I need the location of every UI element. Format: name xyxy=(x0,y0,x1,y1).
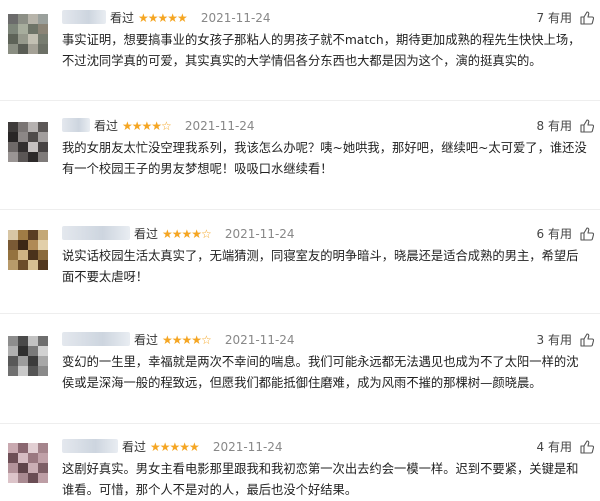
thumbs-up-icon[interactable] xyxy=(580,440,594,454)
review-date: 2021-11-24 xyxy=(212,440,283,454)
username-blurred[interactable] xyxy=(62,118,90,132)
review-date: 2021-11-24 xyxy=(184,119,255,133)
divider xyxy=(0,423,600,424)
seen-label: 看过 xyxy=(122,440,147,454)
useful-count-text[interactable]: 6 有用 xyxy=(537,224,572,244)
review-item: 看过 ★★★★★ 2021-11-24 4 有用 这剧好真实。男女主看电影那里跟我和… xyxy=(0,437,600,497)
review-meta: 看过 ★★★★☆ 2021-11-24 xyxy=(134,330,295,350)
useful-label: 有用 xyxy=(547,11,572,25)
review-date: 2021-11-24 xyxy=(224,333,295,347)
avatar[interactable] xyxy=(8,122,48,162)
review-text: 说实话校园生活太真实了，无端猜测，同寝室友的明争暗斗，晓晨还是适合成熟的男主，希… xyxy=(62,249,579,284)
review-text: 变幻的一生里，幸福就是两次不幸间的喘息。我们可能永远都无法遇见也成为不了太阳一样… xyxy=(62,355,579,390)
review-text: 我的女朋友太忙没空理我系列，我该怎么办呢？咦~她哄我，那好吧，继续吧~太可爱了，… xyxy=(62,141,587,176)
review-meta: 看过 ★★★★★ 2021-11-24 xyxy=(110,8,271,28)
useful-label: 有用 xyxy=(547,227,572,241)
thumbs-up-icon[interactable] xyxy=(580,333,594,347)
rating-stars: ★★★★★ xyxy=(150,440,200,454)
review-meta: 看过 ★★★★★ 2021-11-24 xyxy=(122,437,283,457)
divider xyxy=(0,209,600,210)
review-item: 看过 ★★★★☆ 2021-11-24 3 有用 变幻的一生里，幸福就是两次不幸间的… xyxy=(0,330,600,420)
avatar[interactable] xyxy=(8,336,48,376)
rating-stars: ★★★★☆ xyxy=(122,119,172,133)
useful-count-text[interactable]: 3 有用 xyxy=(537,330,572,350)
review-item: 看过 ★★★★★ 2021-11-24 7 有用 事实证明，想要搞事业的女孩子那粘人… xyxy=(0,8,600,98)
thumbs-up-icon[interactable] xyxy=(580,11,594,25)
divider xyxy=(0,313,600,314)
review-date: 2021-11-24 xyxy=(200,11,271,25)
useful-count-text[interactable]: 8 有用 xyxy=(537,116,572,136)
rating-stars: ★★★★★ xyxy=(138,11,188,25)
useful-label: 有用 xyxy=(547,333,572,347)
review-text: 事实证明，想要搞事业的女孩子那粘人的男孩子就不match，期待更加成熟的程先生快… xyxy=(62,33,581,68)
thumbs-up-icon[interactable] xyxy=(580,119,594,133)
review-meta: 看过 ★★★★☆ 2021-11-24 xyxy=(94,116,255,136)
username-blurred[interactable] xyxy=(62,332,130,346)
review-date: 2021-11-24 xyxy=(224,227,295,241)
username-blurred[interactable] xyxy=(62,10,106,24)
username-blurred[interactable] xyxy=(62,226,130,240)
useful-count: 6 xyxy=(536,227,545,241)
seen-label: 看过 xyxy=(134,333,159,347)
useful-count-text[interactable]: 4 有用 xyxy=(537,437,572,457)
useful-count: 3 xyxy=(536,333,545,347)
review-meta: 看过 ★★★★☆ 2021-11-24 xyxy=(134,224,295,244)
rating-stars: ★★★★☆ xyxy=(162,227,212,241)
seen-label: 看过 xyxy=(134,227,159,241)
avatar[interactable] xyxy=(8,230,48,270)
useful-count: 8 xyxy=(536,119,545,133)
review-item: 看过 ★★★★☆ 2021-11-24 6 有用 说实话校园生活太真实了，无端猜测，… xyxy=(0,224,600,310)
seen-label: 看过 xyxy=(110,11,135,25)
useful-label: 有用 xyxy=(547,119,572,133)
useful-label: 有用 xyxy=(547,440,572,454)
review-item: 看过 ★★★★☆ 2021-11-24 8 有用 我的女朋友太忙没空理我系列，我该怎… xyxy=(0,116,600,208)
useful-count-text[interactable]: 7 有用 xyxy=(537,8,572,28)
thumbs-up-icon[interactable] xyxy=(580,227,594,241)
rating-stars: ★★★★☆ xyxy=(162,333,212,347)
avatar[interactable] xyxy=(8,443,48,483)
username-blurred[interactable] xyxy=(62,439,118,453)
divider xyxy=(0,100,600,101)
seen-label: 看过 xyxy=(94,119,119,133)
useful-count: 4 xyxy=(536,440,545,454)
avatar[interactable] xyxy=(8,14,48,54)
useful-count: 7 xyxy=(536,11,545,25)
